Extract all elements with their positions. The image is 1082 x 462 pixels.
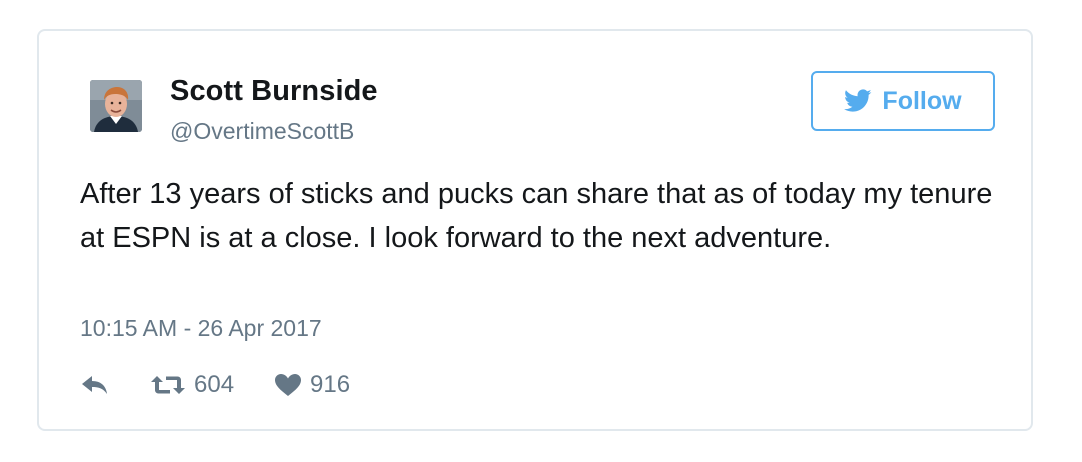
follow-button[interactable]: Follow <box>811 71 995 131</box>
like-button[interactable]: 916 <box>274 371 350 399</box>
author-handle[interactable]: @OvertimeScottB <box>170 118 354 145</box>
reply-icon <box>80 374 110 396</box>
twitter-bird-icon <box>844 89 872 113</box>
retweet-button[interactable]: 604 <box>150 371 234 399</box>
follow-label: Follow <box>882 86 962 115</box>
tweet-text: After 13 years of sticks and pucks can s… <box>80 178 993 254</box>
tweet-actions: 604 916 <box>80 368 350 402</box>
tweet-timestamp[interactable]: 10:15 AM - 26 Apr 2017 <box>80 315 322 342</box>
author-display-name[interactable]: Scott Burnside <box>170 75 378 108</box>
retweet-count: 604 <box>194 371 235 398</box>
retweet-icon <box>150 373 186 397</box>
tweet-card: Scott Burnside @OvertimeScottB Follow Af… <box>37 29 1033 431</box>
avatar[interactable] <box>90 80 142 132</box>
avatar-image <box>90 80 142 132</box>
reply-button[interactable] <box>80 374 110 396</box>
heart-icon <box>274 373 302 397</box>
like-count: 916 <box>310 371 351 398</box>
